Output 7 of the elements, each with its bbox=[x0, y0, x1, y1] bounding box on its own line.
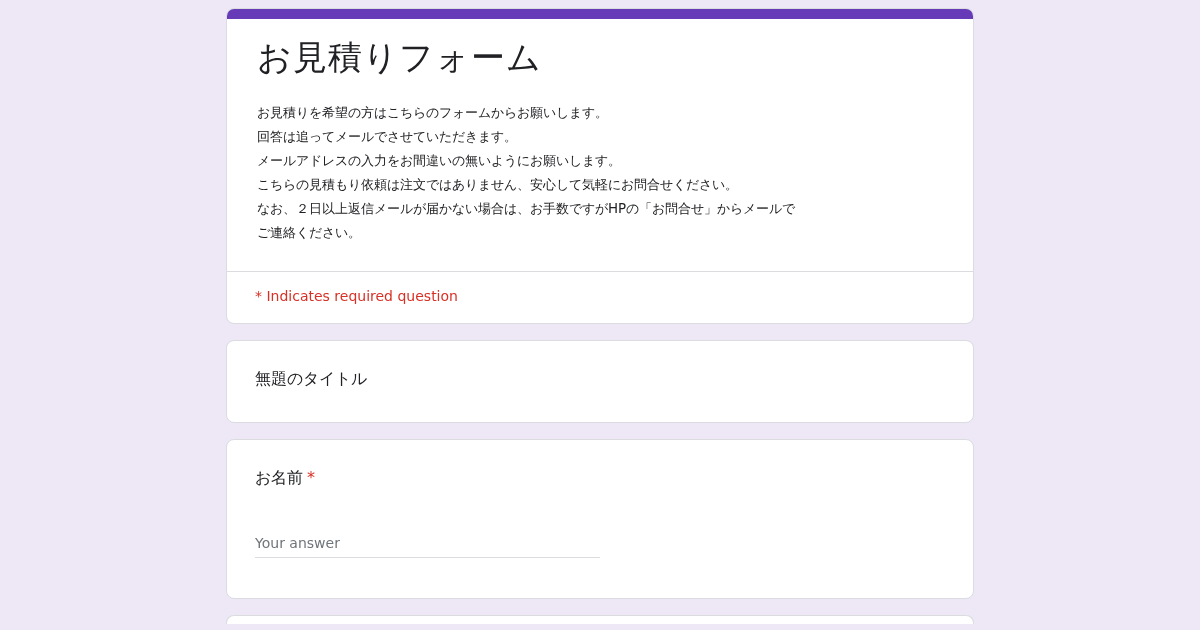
question-label: お名前 bbox=[255, 468, 303, 489]
section-title: 無題のタイトル bbox=[255, 369, 367, 388]
answer-field[interactable]: Your answer bbox=[255, 529, 600, 558]
required-note: * Indicates required question bbox=[255, 288, 458, 304]
form-description: お見積りを希望の方はこちらのフォームからお願いします。 回答は追ってメールでさせていただきます。 メールアドレスの入力をお間違いの無いようにお願いします。 こちらの見積もり依頼は注文ではありません、安心して気軽にお問合せください。 なお、２日以上返信メールが届かない場合は、お手数ですがHPの「お問合せ」からメールで ご連絡ください。 bbox=[257, 104, 797, 242]
required-asterisk: * bbox=[307, 468, 315, 489]
form-title: お見積りフォーム bbox=[257, 36, 543, 79]
